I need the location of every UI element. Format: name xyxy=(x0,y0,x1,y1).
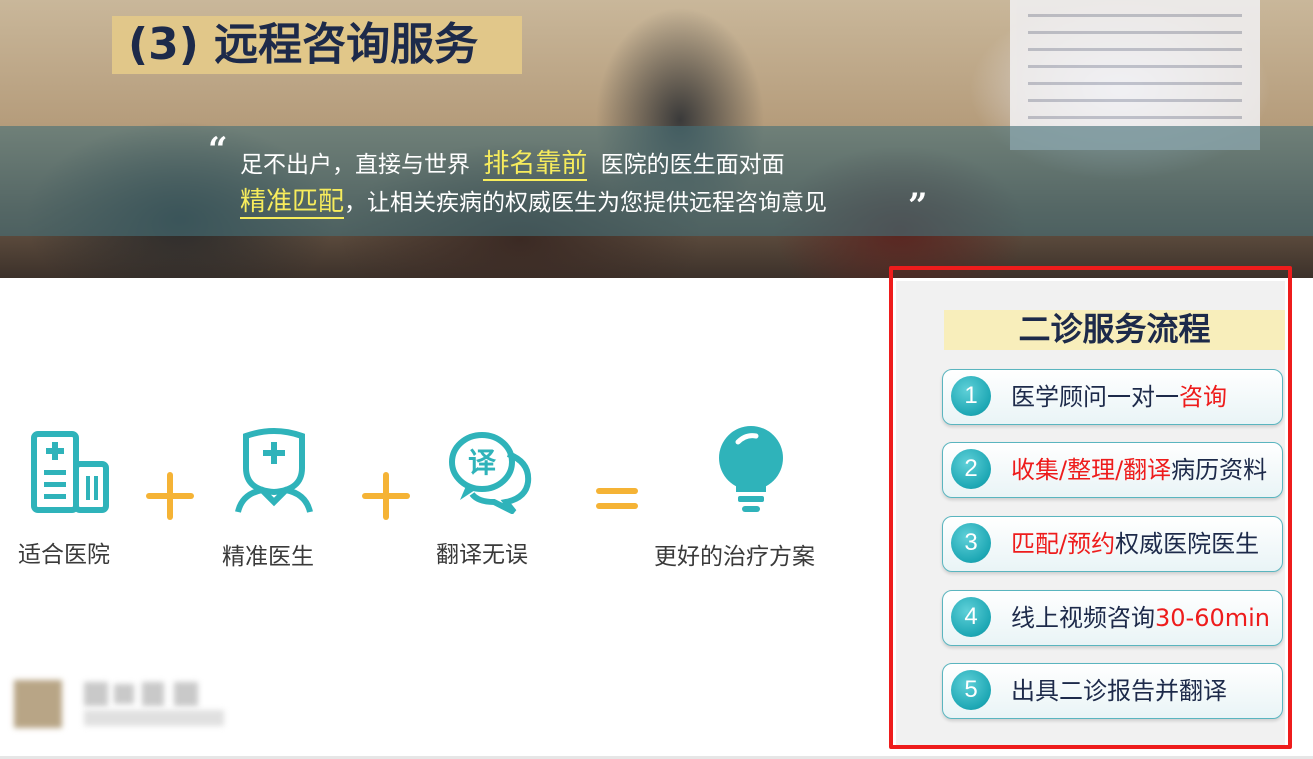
step-text-part: 医学顾问一对一 xyxy=(1011,383,1179,411)
lightbulb-icon xyxy=(716,424,786,518)
step-text-part: 出具二诊报告并翻译 xyxy=(1011,677,1227,705)
step-text: 医学顾问一对一咨询 xyxy=(1011,370,1227,424)
formula-label-doctor: 精准医生 xyxy=(222,544,314,570)
quote-line-1-start: 足不出户，直接与世界 xyxy=(240,152,470,178)
hero-banner: (3) 远程咨询服务 “ 足不出户，直接与世界 排名靠前 医院的医生面对面 精准… xyxy=(0,0,1313,278)
step-text-part: 病历资料 xyxy=(1171,456,1268,484)
quote-line-2-end: ，让相关疾病的权威医生为您提供远程咨询意见 xyxy=(344,190,828,216)
step-text: 线上视频咨询30-60min xyxy=(1011,591,1270,645)
quote-line-1: 足不出户，直接与世界 排名靠前 医院的医生面对面 xyxy=(240,146,785,183)
formula-label-solution: 更好的治疗方案 xyxy=(654,544,815,570)
process-step-5: 5 出具二诊报告并翻译 xyxy=(942,663,1283,719)
step-text-part-highlight: 咨询 xyxy=(1179,383,1227,411)
process-step-2: 2 收集/整理/翻译病历资料 xyxy=(942,442,1283,498)
quote-line-1-end: 医院的医生面对面 xyxy=(600,152,785,178)
step-text-part-highlight: 匹配/预约 xyxy=(1011,530,1116,558)
step-text: 收集/整理/翻译病历资料 xyxy=(1011,443,1267,497)
step-text: 出具二诊报告并翻译 xyxy=(1011,664,1227,718)
step-text-part: 线上视频咨询 xyxy=(1011,604,1155,632)
doctor-icon xyxy=(232,426,316,518)
process-step-1: 1 医学顾问一对一咨询 xyxy=(942,369,1283,425)
hospital-icon xyxy=(30,430,110,518)
process-step-3: 3 匹配/预约权威医院医生 xyxy=(942,516,1283,572)
plus-sign-1 xyxy=(146,472,194,520)
equals-sign xyxy=(596,488,638,510)
step-text-part: 权威医院医生 xyxy=(1115,530,1260,558)
step-number-badge: 5 xyxy=(951,670,991,710)
process-title: 二诊服务流程 xyxy=(1018,310,1211,348)
blurred-watermark xyxy=(14,672,224,732)
svg-text:译: 译 xyxy=(468,446,497,479)
quote-close-mark: ” xyxy=(908,186,928,226)
plus-sign-2 xyxy=(362,472,410,520)
step-number-badge: 4 xyxy=(951,597,991,637)
step-number-badge: 1 xyxy=(951,376,991,416)
quote-highlight-match: 精准匹配 xyxy=(240,187,345,219)
translate-icon: 译 xyxy=(448,430,534,518)
formula-label-translate: 翻译无误 xyxy=(436,542,528,568)
step-text-part-highlight: 收集/整理/翻译 xyxy=(1011,456,1172,484)
formula-label-hospital: 适合医院 xyxy=(18,542,110,568)
step-number-badge: 3 xyxy=(951,523,991,563)
quote-line-2: 精准匹配，让相关疾病的权威医生为您提供远程咨询意见 xyxy=(240,184,827,221)
step-text: 匹配/预约权威医院医生 xyxy=(1011,517,1259,571)
step-text-part-highlight: 30-60min xyxy=(1155,604,1270,632)
process-step-4: 4 线上视频咨询30-60min xyxy=(942,590,1283,646)
step-number-badge: 2 xyxy=(951,449,991,489)
page-title: (3) 远程咨询服务 xyxy=(128,19,479,70)
quote-highlight-ranking: 排名靠前 xyxy=(483,149,588,181)
quote-open-mark: “ xyxy=(208,130,228,170)
